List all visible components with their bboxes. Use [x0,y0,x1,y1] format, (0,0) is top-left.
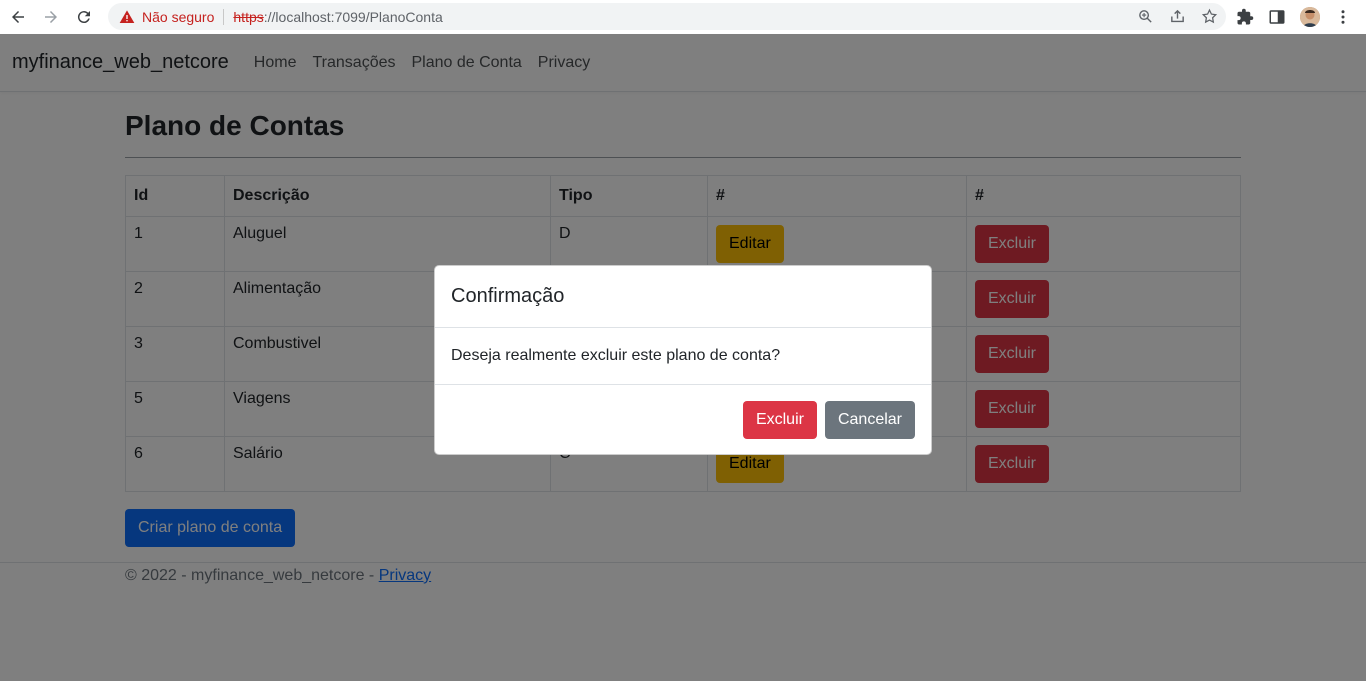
extensions-icon[interactable] [1236,8,1254,26]
dialog-message: Deseja realmente excluir este plano de c… [451,347,781,364]
arrow-right-icon [45,11,57,23]
menu-kebab-icon[interactable] [1334,8,1352,26]
confirm-delete-button[interactable]: Excluir [742,401,817,439]
security-status[interactable]: Não seguro [142,9,214,25]
forward-button[interactable] [36,2,66,32]
divider [223,8,225,25]
address-bar[interactable]: Não seguro https://localhost:7099/PlanoC… [108,3,1226,30]
bookmark-star-icon[interactable] [1200,7,1218,25]
arrow-left-icon [12,11,24,23]
back-button[interactable] [3,2,33,32]
side-panel-icon[interactable] [1268,8,1286,26]
warning-icon [119,9,135,25]
url-scheme: https [233,8,264,25]
reload-icon [77,11,90,24]
share-icon[interactable] [1168,7,1186,25]
browser-toolbar: Não seguro https://localhost:7099/PlanoC… [0,0,1366,34]
dialog-title: Confirmação [451,285,565,307]
confirm-dialog: Confirmação Deseja realmente excluir est… [434,265,932,455]
profile-avatar[interactable] [1300,7,1320,27]
zoom-icon[interactable] [1136,7,1154,25]
reload-button[interactable] [69,2,99,32]
cancel-button[interactable]: Cancelar [824,401,915,439]
url-path: ://localhost:7099/PlanoConta [263,8,443,25]
